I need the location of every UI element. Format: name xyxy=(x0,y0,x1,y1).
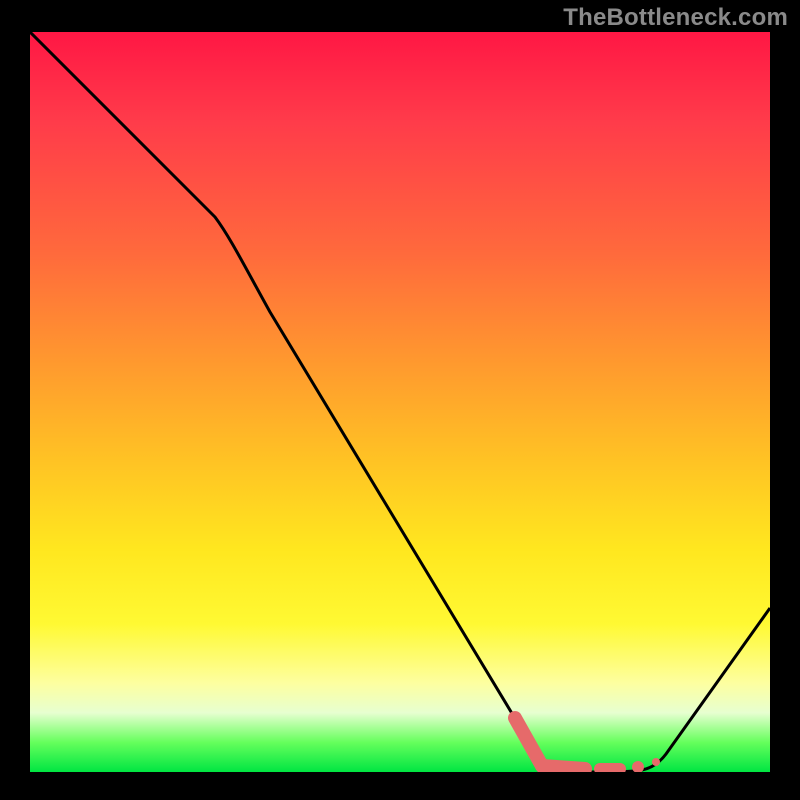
plot-area xyxy=(30,32,770,772)
chart-container: TheBottleneck.com xyxy=(0,0,800,800)
bottleneck-curve xyxy=(30,32,770,772)
chart-svg-overlay xyxy=(30,32,770,772)
attribution-label: TheBottleneck.com xyxy=(563,4,788,32)
optimal-highlight xyxy=(515,718,660,772)
